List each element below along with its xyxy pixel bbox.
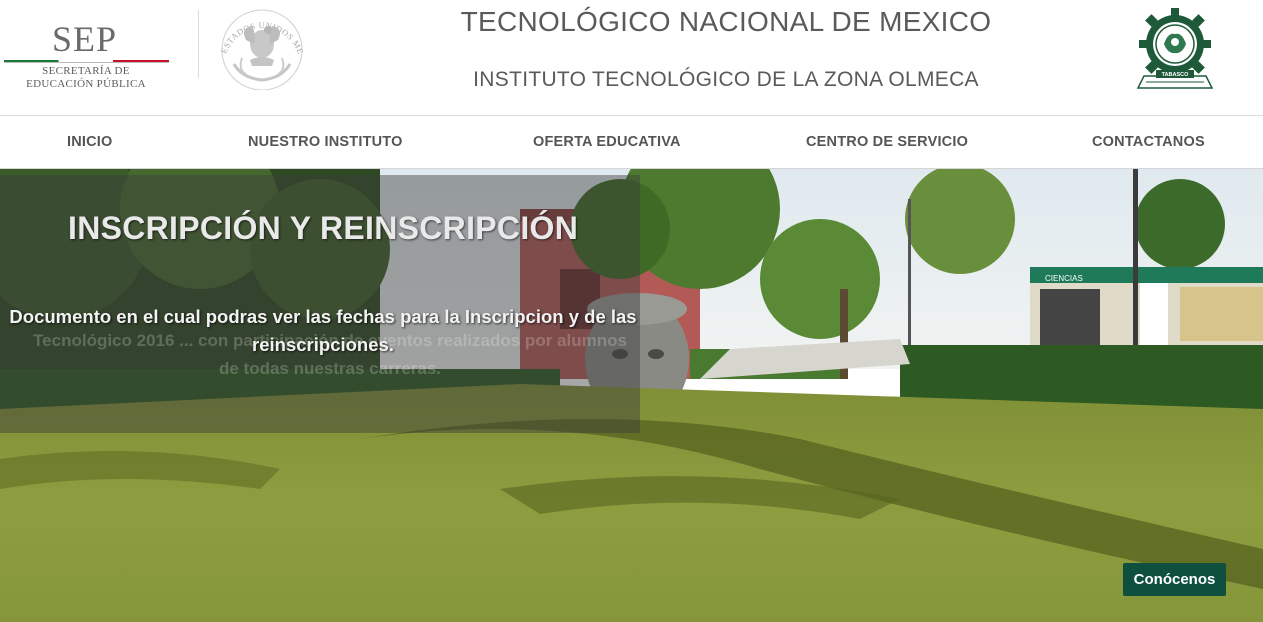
itzo-gear-logo[interactable]: TABASCO	[1134, 4, 1216, 90]
sep-subtitle-line1: SECRETARÍA DE	[42, 65, 130, 77]
site-header: SEP SECRETARÍA DE EDUCACIÓN PÚBLICA ESTA…	[0, 0, 1263, 116]
main-navigation: INICIO NUESTRO INSTITUTO OFERTA EDUCATIV…	[0, 116, 1263, 169]
header-divider	[198, 10, 199, 78]
slide-title: INSCRIPCIÓN Y REINSCRIPCIÓN	[68, 210, 579, 246]
institution-title: TECNOLÓGICO NACIONAL DE MEXICO	[460, 6, 992, 37]
nav-item-contactanos[interactable]: CONTACTANOS	[1092, 134, 1205, 150]
nav-item-oferta-educativa[interactable]: OFERTA EDUCATIVA	[533, 134, 681, 150]
national-coat-of-arms-logo: ESTADOS UNIDOS MEXICANOS	[212, 4, 305, 90]
building-sign: CIENCIAS	[1045, 274, 1083, 283]
logo-text: TABASCO	[1162, 72, 1190, 78]
institution-subtitle: INSTITUTO TECNOLÓGICO DE LA ZONA OLMECA	[473, 68, 979, 91]
nav-item-nuestro-instituto[interactable]: NUESTRO INSTITUTO	[248, 134, 403, 150]
sep-logo[interactable]: SEP SECRETARÍA DE EDUCACIÓN PÚBLICA	[0, 14, 185, 94]
sep-wordmark: SEP	[52, 19, 118, 59]
hero-slider: CIENCIAS Tecnológico 2016 ... con partic…	[0, 169, 1263, 622]
slide-description: Documento en el cual podras ver las fech…	[9, 306, 637, 355]
nav-item-centro-de-servicio[interactable]: CENTRO DE SERVICIO	[806, 134, 968, 150]
nav-item-inicio[interactable]: INICIO	[67, 134, 113, 150]
sep-underline	[4, 62, 169, 63]
conocenos-button[interactable]: Conócenos	[1123, 563, 1226, 596]
sep-subtitle-line2: EDUCACIÓN PÚBLICA	[26, 78, 146, 90]
